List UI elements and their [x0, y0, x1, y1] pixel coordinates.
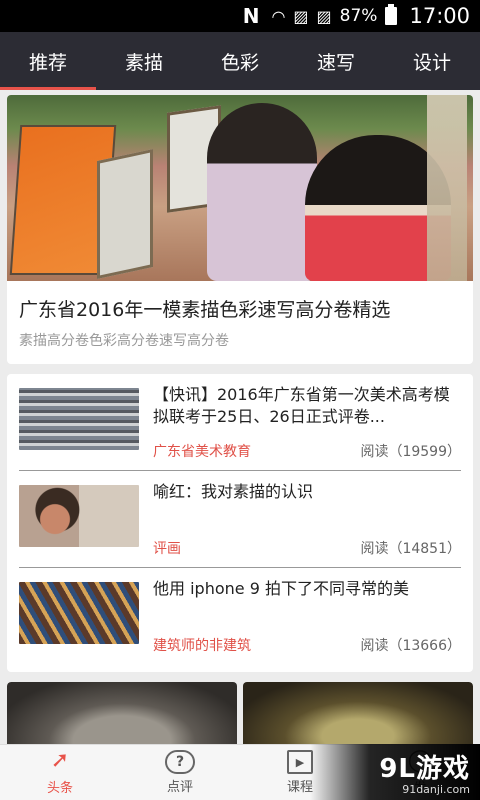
- news-source[interactable]: 评画: [153, 538, 181, 558]
- nfc-icon: N: [242, 4, 260, 28]
- news-source[interactable]: 建筑师的非建筑: [153, 635, 251, 655]
- news-thumbnail: [19, 388, 139, 450]
- battery-percent: 87%: [339, 6, 378, 26]
- clock: 17:00: [409, 4, 470, 28]
- nav-headline[interactable]: ➚ 头条: [0, 745, 120, 800]
- status-bar: N ◠ ▨ ▨ 87% 17:00: [0, 0, 480, 32]
- hero-image: [7, 95, 473, 281]
- news-thumbnail: [19, 485, 139, 547]
- read-count: 阅读（13666）: [360, 638, 461, 654]
- question-bubble-icon: ?: [165, 750, 195, 774]
- tab-sketch[interactable]: 素描: [96, 32, 192, 90]
- news-title: 他用 iphone 9 拍下了不同寻常的美: [153, 579, 409, 598]
- tab-quick-sketch[interactable]: 速写: [288, 32, 384, 90]
- watermark-url: 91danji.com: [402, 783, 470, 796]
- news-thumbnail: [19, 582, 139, 644]
- watermark-logo: 9Ⅼ游戏: [379, 754, 470, 784]
- news-source[interactable]: 广东省美术教育: [153, 441, 251, 461]
- headline-arrow-icon: ➚: [50, 748, 70, 773]
- hero-title: 广东省2016年一模素描色彩速写高分卷精选: [19, 299, 391, 321]
- divider: [19, 470, 461, 471]
- battery-icon: [385, 4, 398, 25]
- signal2-icon: ▨: [316, 6, 332, 26]
- hero-subtitle: 素描高分卷色彩高分卷速写高分卷: [19, 333, 229, 349]
- sculpture-image: [243, 682, 473, 744]
- sculpture-image: [7, 682, 237, 744]
- tab-design[interactable]: 设计: [384, 32, 480, 90]
- news-feed[interactable]: 广东省2016年一模素描色彩速写高分卷精选 素描高分卷色彩高分卷速写高分卷 【快…: [0, 90, 480, 744]
- nav-label: 点评: [166, 780, 193, 795]
- list-item[interactable]: 【快讯】2016年广东省第一次美术高考模拟联考于25日、26日正式评卷... 广…: [19, 384, 461, 461]
- hero-card[interactable]: 广东省2016年一模素描色彩速写高分卷精选 素描高分卷色彩高分卷速写高分卷: [7, 95, 473, 364]
- nav-review[interactable]: ? 点评: [120, 745, 240, 800]
- image-card[interactable]: [7, 682, 473, 744]
- news-list: 【快讯】2016年广东省第一次美术高考模拟联考于25日、26日正式评卷... 广…: [7, 374, 473, 672]
- news-title: 喻红：我对素描的认识: [153, 482, 314, 501]
- tab-recommend[interactable]: 推荐: [0, 32, 96, 90]
- nav-label: 头条: [46, 781, 73, 796]
- divider: [19, 567, 461, 568]
- list-item[interactable]: 喻红：我对素描的认识 评画 阅读（14851）: [19, 481, 461, 558]
- category-tabbar: 推荐 素描 色彩 速写 设计: [0, 32, 480, 90]
- read-count: 阅读（14851）: [360, 541, 461, 557]
- tab-color[interactable]: 色彩: [192, 32, 288, 90]
- news-title: 【快讯】2016年广东省第一次美术高考模拟联考于25日、26日正式评卷...: [153, 385, 450, 426]
- site-watermark: 9Ⅼ游戏 91danji.com: [310, 744, 480, 800]
- read-count: 阅读（19599）: [360, 444, 461, 460]
- wifi-icon: ◠: [271, 6, 286, 26]
- list-item[interactable]: 他用 iphone 9 拍下了不同寻常的美 建筑师的非建筑 阅读（13666）: [19, 578, 461, 655]
- signal-icon: ▨: [293, 6, 309, 26]
